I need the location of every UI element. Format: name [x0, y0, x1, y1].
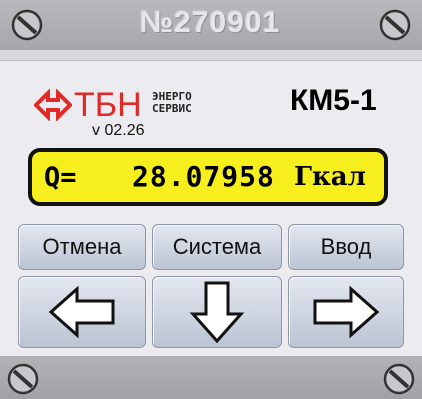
display-value: 28.07958: [132, 160, 275, 193]
brand-subtitle: ЭНЕРГО СЕРВИС: [152, 91, 192, 115]
brand-logo: ТБН ЭНЕРГО СЕРВИС: [33, 85, 234, 126]
device-faceplate: №270901 ТБН ЭНЕРГО СЕРВИС v 02.26 КМ5-1 …: [0, 0, 422, 399]
right-arrow-button[interactable]: [288, 276, 404, 348]
brand-name: ТБН: [74, 86, 142, 124]
lcd-display: Q= 28.07958 Гкал: [28, 148, 388, 206]
arrow-left-icon: [48, 285, 115, 339]
screw-icon: [10, 8, 44, 42]
bottom-bar: [0, 356, 422, 399]
screw-icon: [6, 362, 40, 396]
system-button[interactable]: Система: [152, 224, 282, 270]
screw-icon: [382, 362, 416, 396]
arrow-right-icon: [313, 285, 380, 339]
screw-icon: [378, 8, 412, 42]
left-arrow-button[interactable]: [18, 276, 146, 348]
display-unit: Гкал: [294, 162, 366, 192]
serial-number: №270901: [139, 6, 281, 39]
firmware-version: v 02.26: [92, 122, 145, 139]
display-label: Q=: [44, 162, 77, 193]
cancel-button[interactable]: Отмена: [18, 224, 146, 270]
top-bar: №270901: [0, 0, 422, 50]
arrow-down-icon: [189, 281, 245, 344]
model-name: КМ5-1: [290, 84, 377, 117]
down-arrow-button[interactable]: [152, 276, 282, 348]
tbn-logo-icon: [33, 88, 73, 126]
brand-subtitle-line2: СЕРВИС: [152, 102, 192, 115]
enter-button[interactable]: Ввод: [288, 224, 404, 270]
